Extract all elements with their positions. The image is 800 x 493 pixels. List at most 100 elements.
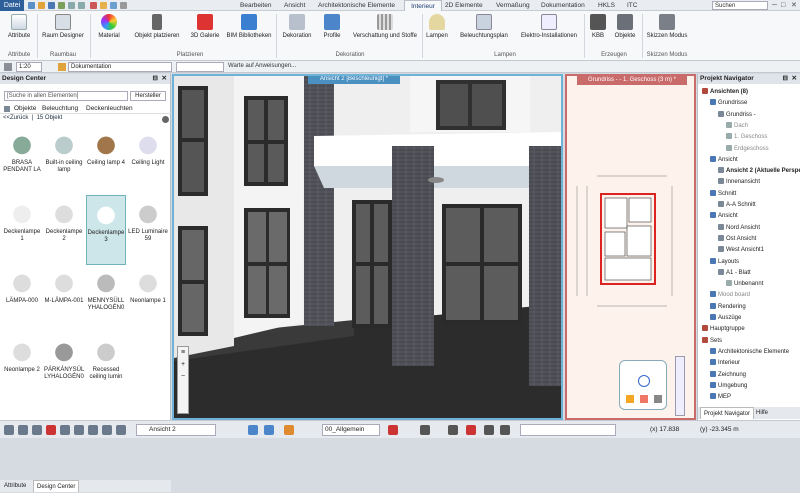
orbit-icon[interactable]: [638, 375, 650, 387]
tree-node[interactable]: Unbenannt: [726, 280, 763, 288]
coordinate-input[interactable]: [520, 424, 616, 436]
brush-icon[interactable]: [88, 425, 98, 435]
beleuchtungsplan-button[interactable]: Beleuchtungsplan: [456, 14, 512, 40]
product-item[interactable]: Deckenlampe 2: [44, 195, 84, 265]
tree-node[interactable]: MEP: [710, 393, 731, 401]
tree-node[interactable]: Interieur: [710, 359, 740, 367]
settings-icon[interactable]: [120, 2, 127, 9]
search-input[interactable]: [Suche in allen Elementen]: [4, 91, 128, 101]
product-item[interactable]: BRASA PENDANT LA: [2, 126, 42, 196]
layers-icon[interactable]: [116, 425, 126, 435]
tree-node[interactable]: Umgebung: [710, 381, 747, 390]
navigation-cube[interactable]: [619, 360, 667, 410]
skizzen-modus-button[interactable]: Skizzen Modus: [646, 14, 688, 40]
render-icon[interactable]: [626, 395, 634, 403]
minimize-icon[interactable]: ─: [772, 1, 777, 10]
tab-beleuchtung[interactable]: Beleuchtung: [42, 104, 78, 113]
raum-designer-button[interactable]: Raum Designer: [40, 14, 86, 40]
product-item[interactable]: Deckenlampe 3: [86, 195, 126, 265]
tool-icon[interactable]: [102, 425, 112, 435]
tree-node[interactable]: A-A Schnitt: [718, 201, 756, 209]
plan-viewport[interactable]: Grundriss - - 1. Geschoss (3 m) *: [565, 74, 696, 420]
product-item[interactable]: Recessed ceiling lumin: [86, 333, 126, 403]
tree-node[interactable]: Hauptgruppe: [702, 325, 745, 333]
new-icon[interactable]: [28, 2, 35, 9]
tree-node[interactable]: Ost Ansicht: [718, 234, 756, 243]
viewport-title[interactable]: Ansicht 2 [Beschleunigt] *: [308, 76, 400, 84]
tab-bearbeiten[interactable]: Bearbeiten: [240, 1, 271, 11]
tree-node[interactable]: Sets: [702, 336, 722, 345]
tree-node[interactable]: Schnitt: [710, 189, 736, 198]
file-tab[interactable]: Datei: [0, 0, 24, 11]
minus-icon[interactable]: −: [178, 371, 188, 383]
product-item[interactable]: Neonlampe 2: [2, 333, 42, 403]
command-input[interactable]: [176, 62, 224, 72]
tab-objekte[interactable]: Objekte: [14, 104, 36, 113]
bim-bibliotheken-button[interactable]: BIM Bibliotheken: [224, 14, 274, 40]
tree-node[interactable]: Mood board: [710, 291, 750, 299]
hatch-icon[interactable]: [74, 425, 84, 435]
objekt-platzieren-button[interactable]: Objekt platzieren: [130, 14, 184, 40]
zoom-slider[interactable]: [675, 356, 685, 416]
close-icon[interactable]: ✕: [791, 1, 797, 10]
product-item[interactable]: LED Luminaire 59: [128, 195, 168, 265]
pencil-icon[interactable]: [4, 63, 12, 71]
tab-2d-elemente[interactable]: 2D Elemente: [445, 1, 483, 11]
eye-icon[interactable]: [654, 395, 662, 403]
dekoration-button[interactable]: Dekoration: [280, 14, 314, 40]
open-icon[interactable]: [38, 2, 45, 9]
tab-itc[interactable]: ITC: [627, 1, 637, 11]
elektro-installationen-button[interactable]: Elektro-Installationen: [516, 14, 582, 40]
tree-node[interactable]: Ansicht: [710, 212, 738, 220]
redo-icon[interactable]: [78, 2, 85, 9]
product-item[interactable]: PÁRKÁNYSÜL LYHALOGÉN0: [44, 333, 84, 403]
tree-node[interactable]: Auszüge: [710, 314, 741, 322]
ortho-icon[interactable]: [32, 425, 42, 435]
product-item[interactable]: LÄMPA-000: [2, 264, 42, 334]
tree-node[interactable]: 1. Geschoss: [726, 133, 767, 141]
maximize-icon[interactable]: □: [781, 1, 785, 10]
profile-button[interactable]: Profile: [318, 14, 346, 40]
folder-icon[interactable]: [100, 2, 107, 9]
attribute-button[interactable]: Attribute: [3, 14, 35, 40]
pin-icon[interactable]: ⊟: [783, 74, 788, 84]
tree-node[interactable]: Zeichnung: [710, 370, 746, 379]
tree-node[interactable]: Ansicht: [710, 155, 738, 164]
pin-icon[interactable]: ⊟: [153, 74, 158, 84]
3d-viewport[interactable]: Ansicht 2 [Beschleunigt] * ✕: [172, 74, 563, 420]
layer-select[interactable]: 00_Allgemein: [322, 424, 380, 436]
tree-node[interactable]: A1 - Blatt: [718, 268, 751, 277]
menu-icon[interactable]: ≡: [178, 347, 188, 359]
viewport-nav-strip[interactable]: ≡ + −: [177, 346, 189, 414]
tab-ansicht[interactable]: Ansicht: [284, 1, 305, 11]
tab-vermassung[interactable]: Vermaßung: [496, 1, 530, 11]
product-item[interactable]: M-LÄMPA-001: [44, 264, 84, 334]
tree-node[interactable]: Nord Ansicht: [718, 223, 760, 232]
tab-hilfe[interactable]: Hilfe: [756, 407, 768, 419]
tree-node[interactable]: Grundriss -: [718, 110, 756, 119]
product-item[interactable]: Built-in ceiling lamp: [44, 126, 84, 196]
tab-projekt-navigator[interactable]: Projekt Navigator: [700, 407, 755, 419]
back-arrow-icon[interactable]: [4, 106, 10, 112]
text-icon[interactable]: [420, 425, 430, 435]
arrow-down-icon[interactable]: [264, 425, 274, 435]
kbb-button[interactable]: KBB: [588, 14, 608, 40]
gear-icon[interactable]: [162, 116, 169, 123]
tree-node[interactable]: Architektonische Elemente: [710, 347, 789, 356]
tab-deckenleuchten[interactable]: Deckenleuchten: [86, 104, 133, 113]
tree-node[interactable]: Ansicht 2 (Aktuelle Perspe: [718, 167, 800, 175]
cloud-icon[interactable]: [110, 2, 117, 9]
product-item[interactable]: MENNYSÜLL YHALOGÉN0: [86, 264, 126, 334]
plus-icon[interactable]: +: [178, 359, 188, 371]
layer-select[interactable]: Dokumentation: [68, 62, 172, 72]
paint-icon[interactable]: [284, 425, 294, 435]
print-icon[interactable]: [58, 2, 65, 9]
sun-icon[interactable]: [640, 395, 648, 403]
view-select[interactable]: Ansicht 2: [136, 424, 216, 436]
rotate-icon[interactable]: [466, 425, 476, 435]
tree-node[interactable]: Erdgeschoss: [726, 144, 769, 153]
product-item[interactable]: Ceiling lamp 4: [86, 126, 126, 196]
save-icon[interactable]: [48, 2, 55, 9]
product-item[interactable]: Ceiling Light: [128, 126, 168, 196]
tree-node[interactable]: Layouts: [710, 257, 739, 266]
